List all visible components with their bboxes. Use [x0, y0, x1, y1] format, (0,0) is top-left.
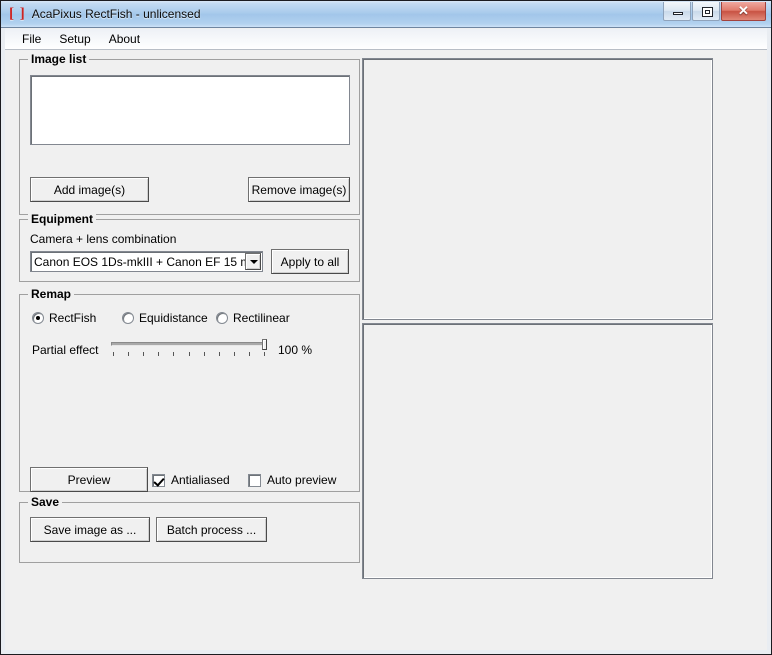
save-group: Save Save image as ... Batch process ... — [19, 495, 360, 563]
slider-thumb[interactable] — [262, 339, 267, 350]
title-bar-left: [ ] AcaPixus RectFish - unlicensed — [9, 5, 201, 24]
radio-rectilinear-indicator — [216, 312, 228, 324]
auto-preview-checkbox-label: Auto preview — [267, 473, 337, 487]
minimize-button[interactable] — [663, 2, 691, 21]
equipment-group: Equipment Camera + lens combination Cano… — [19, 212, 360, 282]
window-title: AcaPixus RectFish - unlicensed — [31, 7, 201, 21]
window-controls: ✕ — [662, 2, 766, 21]
slider-groove — [111, 342, 267, 346]
antialiased-checkbox[interactable]: Antialiased — [152, 473, 230, 487]
radio-equidistance[interactable]: Equidistance — [122, 311, 208, 325]
client-area: Image list Add image(s) Remove image(s) … — [5, 50, 767, 650]
menu-item-about[interactable]: About — [100, 30, 149, 48]
partial-effect-label: Partial effect — [32, 343, 99, 357]
antialiased-checkbox-label: Antialiased — [171, 473, 230, 487]
close-icon: ✕ — [738, 3, 749, 18]
minimize-icon — [673, 12, 683, 15]
save-group-title: Save — [28, 495, 63, 509]
camera-lens-label: Camera + lens combination — [30, 232, 177, 246]
menu-item-setup[interactable]: Setup — [50, 30, 99, 48]
restore-icon — [702, 7, 713, 17]
preview-panel-top[interactable] — [362, 58, 713, 320]
application-window: [ ] AcaPixus RectFish - unlicensed ✕ Fil… — [0, 0, 772, 655]
auto-preview-checkbox[interactable]: Auto preview — [248, 473, 336, 487]
radio-rectilinear[interactable]: Rectilinear — [216, 311, 290, 325]
radio-equidistance-indicator — [122, 312, 134, 324]
camera-lens-combobox[interactable]: Canon EOS 1Ds-mkIII + Canon EF 15 mm f:2 — [30, 251, 263, 272]
menu-bar: File Setup About — [5, 29, 767, 50]
radio-rectilinear-label: Rectilinear — [233, 311, 290, 325]
save-image-as-button[interactable]: Save image as ... — [30, 517, 150, 542]
image-list-group: Image list Add image(s) Remove image(s) — [19, 52, 360, 215]
app-icon: [ ] — [9, 6, 26, 22]
close-button[interactable]: ✕ — [721, 2, 766, 21]
remap-group: Remap RectFish Equidistance Rectilinear … — [19, 287, 360, 492]
add-images-button[interactable]: Add image(s) — [30, 177, 149, 202]
remove-images-button[interactable]: Remove image(s) — [248, 177, 350, 202]
restore-button[interactable] — [692, 2, 720, 21]
slider-ticks — [111, 352, 267, 358]
image-list-box[interactable] — [30, 75, 350, 145]
camera-lens-combobox-value: Canon EOS 1Ds-mkIII + Canon EF 15 mm f:2 — [34, 254, 245, 269]
apply-to-all-button[interactable]: Apply to all — [271, 249, 349, 274]
antialiased-checkbox-indicator — [152, 473, 165, 487]
title-bar[interactable]: [ ] AcaPixus RectFish - unlicensed ✕ — [1, 1, 771, 28]
menu-item-file[interactable]: File — [13, 30, 50, 48]
partial-effect-value: 100 % — [278, 343, 313, 357]
equipment-group-title: Equipment — [28, 212, 96, 226]
image-list-group-title: Image list — [28, 52, 90, 66]
batch-process-button[interactable]: Batch process ... — [156, 517, 267, 542]
radio-rectfish-indicator — [32, 312, 44, 324]
chevron-down-icon[interactable] — [245, 253, 261, 270]
remap-group-title: Remap — [28, 287, 75, 301]
partial-effect-slider[interactable] — [111, 339, 267, 359]
radio-rectfish-label: RectFish — [49, 311, 97, 325]
auto-preview-checkbox-indicator — [248, 473, 261, 487]
radio-equidistance-label: Equidistance — [139, 311, 208, 325]
radio-rectfish[interactable]: RectFish — [32, 311, 96, 325]
preview-button[interactable]: Preview — [30, 467, 148, 492]
preview-panel-bottom[interactable] — [362, 323, 713, 579]
